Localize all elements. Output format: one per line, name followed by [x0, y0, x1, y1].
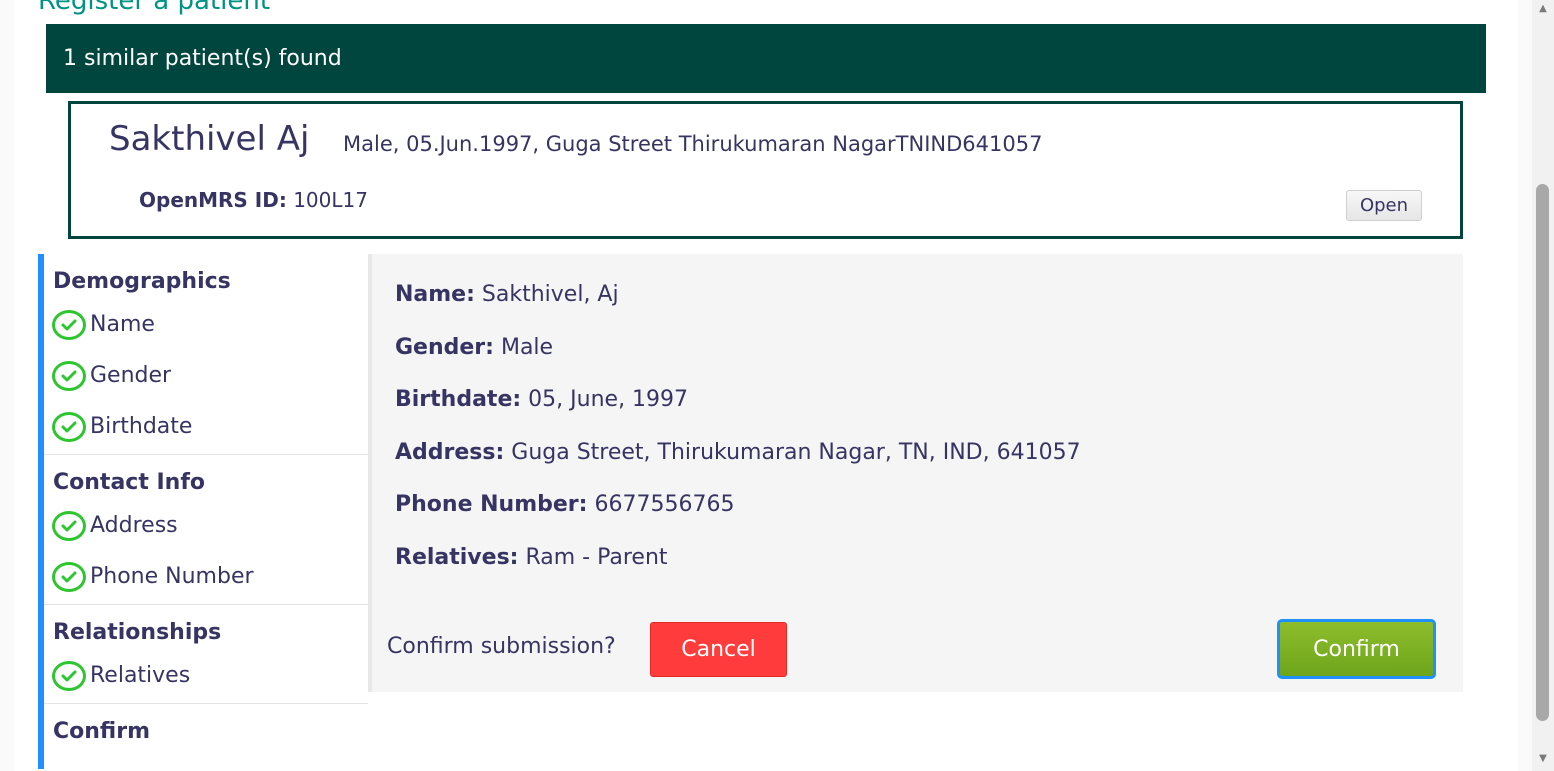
step-label: Gender: [90, 363, 172, 388]
check-circle-icon: [52, 561, 86, 592]
summary-value: Male: [500, 335, 554, 360]
section-contact-info: Contact Info Address Phone Number: [44, 455, 368, 605]
open-patient-button[interactable]: Open: [1346, 190, 1422, 221]
summary-value: 05, June, 1997: [528, 387, 689, 412]
summary-birthdate: Birthdate: 05, June, 1997: [395, 387, 688, 412]
scroll-up-arrow-icon[interactable]: ▲: [1532, 2, 1554, 16]
similar-patients-banner: 1 similar patient(s) found: [46, 24, 1486, 93]
summary-label: Relatives:: [395, 545, 519, 570]
check-circle-icon: [52, 360, 86, 391]
summary-phone-number: Phone Number: 6677556765: [395, 492, 734, 517]
summary-label: Birthdate:: [395, 387, 522, 412]
section-title-confirm[interactable]: Confirm: [44, 714, 368, 749]
check-circle-icon: [52, 309, 86, 340]
step-label: Relatives: [90, 663, 191, 688]
step-phone-number[interactable]: Phone Number: [44, 551, 368, 602]
similar-patient-card: Sakthivel Aj Male, 05.Jun.1997, Guga Str…: [68, 101, 1463, 239]
check-circle-icon: [52, 510, 86, 541]
summary-label: Phone Number:: [395, 492, 588, 517]
step-label: Name: [90, 312, 155, 337]
summary-label: Name:: [395, 282, 475, 307]
section-title-demographics[interactable]: Demographics: [44, 264, 368, 299]
summary-value: 6677556765: [594, 492, 735, 517]
page-title: Register a patient: [38, 0, 271, 16]
section-relationships: Relationships Relatives: [44, 605, 368, 704]
summary-address: Address: Guga Street, Thirukumaran Nagar…: [395, 440, 1081, 465]
page-gutter-right: [1518, 0, 1532, 771]
summary-label: Address:: [395, 440, 505, 465]
check-circle-icon: [52, 660, 86, 691]
scroll-down-arrow-icon[interactable]: ▼: [1532, 752, 1554, 766]
step-birthdate[interactable]: Birthdate: [44, 401, 368, 452]
scroll-thumb[interactable]: [1536, 184, 1549, 721]
vertical-scrollbar[interactable]: ▲ ▼: [1532, 0, 1554, 771]
summary-relatives: Relatives: Ram - Parent: [395, 545, 668, 570]
summary-value: Ram - Parent: [525, 545, 668, 570]
step-address[interactable]: Address: [44, 500, 368, 551]
similar-patient-id: OpenMRS ID: 100L17: [139, 188, 368, 212]
confirm-button[interactable]: Confirm: [1277, 619, 1436, 679]
page-gutter-left: [0, 0, 14, 771]
openmrs-id-label: OpenMRS ID:: [139, 188, 287, 212]
section-confirm: Confirm: [44, 704, 368, 751]
summary-value: Sakthivel, Aj: [481, 282, 619, 307]
section-demographics: Demographics Name Gender Birthdate: [44, 254, 368, 455]
similar-patient-name: Sakthivel Aj: [109, 119, 310, 159]
confirm-question: Confirm submission?: [387, 634, 616, 659]
cancel-button[interactable]: Cancel: [650, 622, 787, 677]
similar-patient-details: Male, 05.Jun.1997, Guga Street Thirukuma…: [343, 132, 1043, 156]
section-title-contact-info[interactable]: Contact Info: [44, 465, 368, 500]
section-title-relationships[interactable]: Relationships: [44, 615, 368, 650]
registration-steps-sidebar: Demographics Name Gender Birthdate Conta…: [38, 254, 368, 769]
summary-gender: Gender: Male: [395, 335, 553, 360]
summary-value: Guga Street, Thirukumaran Nagar, TN, IND…: [511, 440, 1081, 465]
step-gender[interactable]: Gender: [44, 350, 368, 401]
step-relatives[interactable]: Relatives: [44, 650, 368, 701]
step-label: Address: [90, 513, 178, 538]
step-name[interactable]: Name: [44, 299, 368, 350]
summary-label: Gender:: [395, 335, 494, 360]
confirmation-summary: Name: Sakthivel, Aj Gender: Male Birthda…: [372, 254, 1463, 692]
step-label: Phone Number: [90, 564, 254, 589]
check-circle-icon: [52, 411, 86, 442]
openmrs-id-value: 100L17: [293, 188, 368, 212]
summary-name: Name: Sakthivel, Aj: [395, 282, 619, 307]
step-label: Birthdate: [90, 414, 193, 439]
